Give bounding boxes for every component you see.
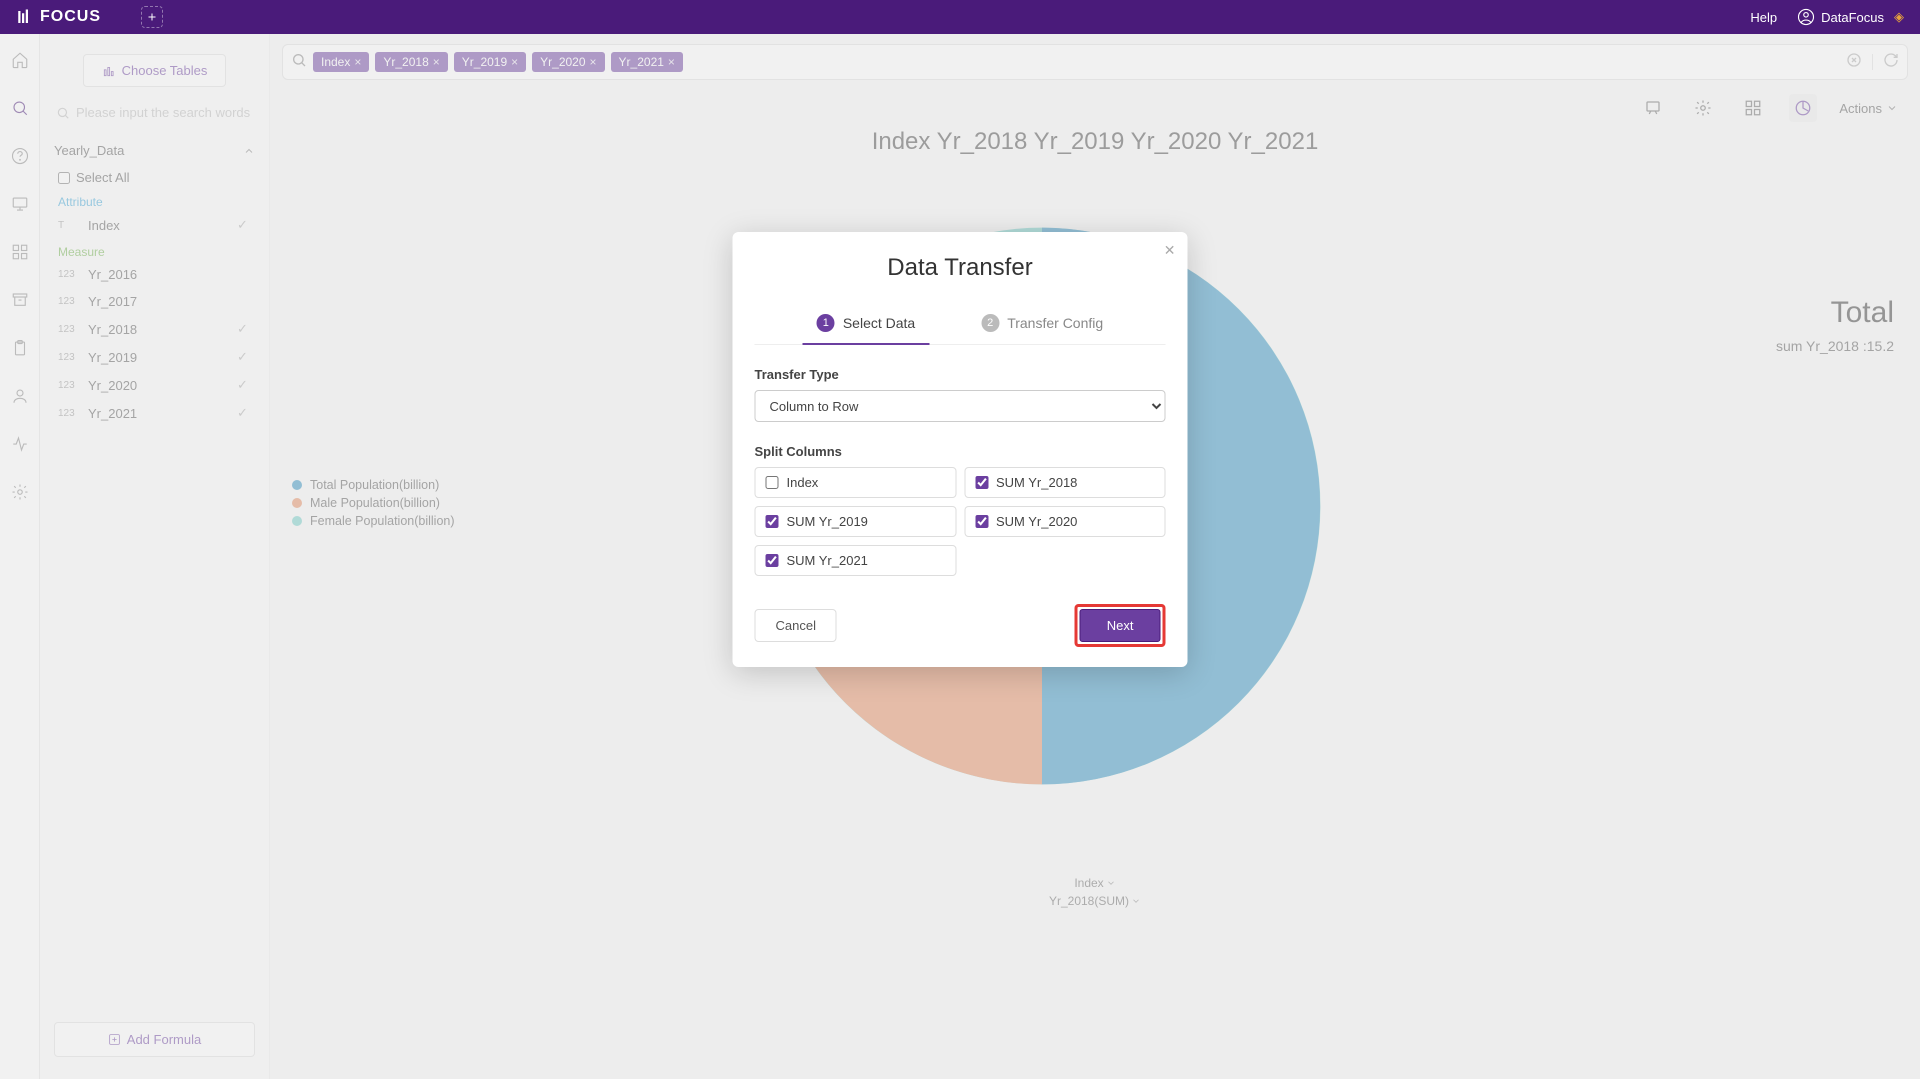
topbar: FOCUS Help DataFocus ◈ <box>0 0 1920 34</box>
split-column-item[interactable]: Index <box>755 467 957 498</box>
split-label: SUM Yr_2019 <box>787 514 868 529</box>
modal-close-button[interactable]: ✕ <box>1164 242 1176 259</box>
app-name: FOCUS <box>40 8 101 26</box>
split-checkbox[interactable] <box>766 515 779 528</box>
split-columns-label: Split Columns <box>755 444 1166 459</box>
plus-icon <box>146 11 158 23</box>
cancel-button[interactable]: Cancel <box>755 609 837 642</box>
next-button[interactable]: Next <box>1080 609 1161 642</box>
transfer-type-label: Transfer Type <box>755 367 1166 382</box>
next-button-highlight: Next <box>1075 604 1166 647</box>
split-column-item[interactable]: SUM Yr_2021 <box>755 545 957 576</box>
split-label: SUM Yr_2018 <box>996 475 1077 490</box>
user-name: DataFocus <box>1821 10 1884 25</box>
add-tab-button[interactable] <box>141 6 163 28</box>
split-label: SUM Yr_2020 <box>996 514 1077 529</box>
shield-icon: ◈ <box>1894 9 1904 25</box>
transfer-type-select[interactable]: Column to Row <box>755 390 1166 422</box>
split-checkbox[interactable] <box>975 515 988 528</box>
split-column-item[interactable]: SUM Yr_2019 <box>755 506 957 537</box>
modal-title: Data Transfer <box>755 254 1166 282</box>
split-checkbox[interactable] <box>975 476 988 489</box>
modal-steps: 1Select Data 2Transfer Config <box>755 304 1166 345</box>
logo-icon <box>16 8 34 26</box>
split-label: SUM Yr_2021 <box>787 553 868 568</box>
user-menu[interactable]: DataFocus ◈ <box>1797 8 1904 26</box>
split-column-item[interactable]: SUM Yr_2018 <box>964 467 1166 498</box>
split-checkbox[interactable] <box>766 554 779 567</box>
app-logo: FOCUS <box>16 8 101 26</box>
data-transfer-modal: ✕ Data Transfer 1Select Data 2Transfer C… <box>733 232 1188 667</box>
help-link[interactable]: Help <box>1750 10 1777 25</box>
split-checkbox[interactable] <box>766 476 779 489</box>
split-column-item[interactable]: SUM Yr_2020 <box>964 506 1166 537</box>
user-avatar-icon <box>1797 8 1815 26</box>
step-select-data[interactable]: 1Select Data <box>809 304 923 344</box>
split-label: Index <box>787 475 819 490</box>
step-transfer-config[interactable]: 2Transfer Config <box>973 304 1111 344</box>
